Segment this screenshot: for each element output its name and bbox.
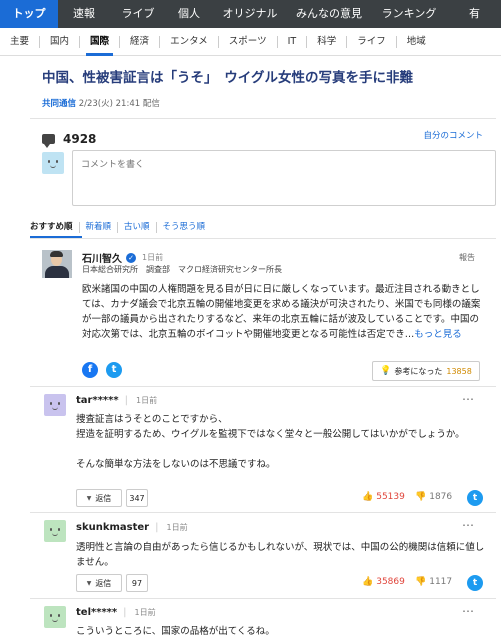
reply-count[interactable]: 347 <box>126 489 148 507</box>
article-byline: 共同通信 2/23(火) 21:41 配信 <box>42 97 160 109</box>
lightbulb-icon: 💡 <box>380 366 392 376</box>
comment-author[interactable]: tar***** <box>76 395 119 406</box>
comment-author[interactable]: skunkmaster <box>76 522 149 533</box>
reply-label: 返信 <box>95 493 112 503</box>
disagree-button[interactable]: 👎 1876 <box>415 492 452 502</box>
comment-body: 透明性と言論の自由があったら信じるかもしれないが、現状では、中国の公的機関は信頼… <box>76 542 485 568</box>
comment-input[interactable] <box>72 150 496 206</box>
comment-time: 1日前 <box>135 396 158 405</box>
article-headline[interactable]: 中国、性被害証言は「うそ」 ウイグル女性の写真を手に非難 <box>42 66 413 86</box>
reply-button[interactable]: ▼ 返信 <box>76 489 122 507</box>
expert-name[interactable]: 石川智久 <box>82 250 122 265</box>
sort-newest[interactable]: 新着順 <box>80 222 119 233</box>
comment-bubble-icon <box>42 134 55 148</box>
thumbs-down-icon: 👎 <box>415 577 427 587</box>
helpful-count: 13858 <box>446 366 472 376</box>
reply-count[interactable]: 97 <box>126 574 148 592</box>
category-economy[interactable]: 経済 <box>120 35 161 48</box>
comment-time: 1日前 <box>134 608 156 617</box>
verified-check-icon: ✓ <box>126 252 136 263</box>
comment-count-value: 4928 <box>63 132 97 146</box>
agree-count: 35869 <box>376 577 405 587</box>
commenter-avatar-icon <box>44 520 66 542</box>
agree-button[interactable]: 👍 35869 <box>362 577 405 587</box>
divider <box>30 238 496 239</box>
tab-opinions[interactable]: みんなの意見 <box>288 0 370 28</box>
reply-label: 返信 <box>95 578 112 588</box>
thumbs-up-icon: 👍 <box>362 492 374 502</box>
comment-author-row: tel***** | 1日前 <box>76 607 156 618</box>
category-entertainment[interactable]: エンタメ <box>160 35 219 48</box>
category-main[interactable]: 主要 <box>0 35 41 48</box>
twitter-share-icon[interactable]: t <box>467 575 483 591</box>
expert-name-row: 石川智久 ✓ 1日前 <box>82 250 163 265</box>
sort-oldest[interactable]: 古い順 <box>118 222 157 233</box>
sort-recommended[interactable]: おすすめ順 <box>30 222 80 233</box>
disagree-button[interactable]: 👎 1117 <box>415 577 452 587</box>
category-region[interactable]: 地域 <box>397 36 436 48</box>
expert-comment-body: 欧米諸国の中国の人権問題を見る目が日に日に厳しくなっています。最近注目される動き… <box>82 282 484 342</box>
article-source[interactable]: 共同通信 <box>42 99 76 109</box>
user-avatar-icon <box>42 152 64 174</box>
category-life[interactable]: ライフ <box>347 35 397 48</box>
divider <box>30 512 496 513</box>
tab-original[interactable]: オリジナル <box>212 0 288 28</box>
more-options-icon[interactable]: ⋯ <box>462 518 475 532</box>
category-nav: 主要 国内 国際 経済 エンタメ スポーツ IT 科学 ライフ 地域 <box>0 28 501 56</box>
comment-body: こういうところに、国家の品格が出てくるね。 <box>76 626 275 637</box>
twitter-icon[interactable]: t <box>106 362 122 378</box>
category-sports[interactable]: スポーツ <box>219 35 278 48</box>
my-comments-link[interactable]: 自分のコメント <box>423 129 483 141</box>
helpful-label: 参考になった <box>394 366 443 376</box>
tab-breaking[interactable]: 速報 <box>58 0 110 28</box>
report-link[interactable]: 報告 <box>459 252 475 263</box>
tab-live[interactable]: ライブ <box>110 0 166 28</box>
comment-body: 捜査証言はうそとのことですから、 捏造を証明するため、ウイグルを監視下ではなく堂… <box>76 414 465 470</box>
tab-individual[interactable]: 個人 <box>166 0 212 28</box>
read-more-link[interactable]: もっと見る <box>414 329 462 340</box>
category-international[interactable]: 国際 <box>80 35 121 56</box>
sort-agree[interactable]: そう思う順 <box>157 222 212 233</box>
divider <box>30 386 496 387</box>
expert-title: 日本総合研究所 調査部 マクロ経済研究センター所長 <box>82 265 282 274</box>
comment-time: 1日前 <box>166 523 188 532</box>
thumbs-down-icon: 👎 <box>415 492 427 502</box>
tab-top[interactable]: トップ <box>0 0 58 28</box>
category-science[interactable]: 科学 <box>307 35 348 48</box>
helpful-button[interactable]: 💡 参考になった 13858 <box>372 361 480 381</box>
disagree-count: 1876 <box>429 492 453 502</box>
category-it[interactable]: IT <box>278 35 308 48</box>
commenter-avatar-icon <box>44 394 66 416</box>
top-nav: トップ 速報 ライブ 個人 オリジナル みんなの意見 ランキング 有 <box>0 0 501 28</box>
tab-ranking[interactable]: ランキング <box>370 0 448 28</box>
reply-button[interactable]: ▼ 返信 <box>76 574 122 592</box>
comment-author-row: tar***** | 1日前 <box>76 395 158 406</box>
comment-count: 4928 <box>42 132 97 148</box>
chevron-down-icon: ▼ <box>86 579 92 587</box>
category-domestic[interactable]: 国内 <box>40 35 81 48</box>
comment-author[interactable]: tel***** <box>76 607 117 618</box>
twitter-share-icon[interactable]: t <box>467 490 483 506</box>
sort-bar: おすすめ順 新着順 古い順 そう思う順 <box>30 222 211 233</box>
chevron-down-icon: ▼ <box>86 494 92 502</box>
tab-more[interactable]: 有 <box>448 0 501 28</box>
disagree-count: 1117 <box>429 577 453 587</box>
divider <box>30 118 496 119</box>
divider <box>30 598 496 599</box>
more-options-icon[interactable]: ⋯ <box>462 604 475 618</box>
article-date: 2/23(火) 21:41 配信 <box>78 99 160 109</box>
comment-author-row: skunkmaster | 1日前 <box>76 522 188 533</box>
commenter-avatar-icon <box>44 606 66 628</box>
expert-avatar[interactable] <box>42 250 72 278</box>
more-options-icon[interactable]: ⋯ <box>462 392 475 406</box>
thumbs-up-icon: 👍 <box>362 577 374 587</box>
facebook-icon[interactable]: f <box>82 362 98 378</box>
expert-time: 1日前 <box>142 253 164 262</box>
agree-count: 55139 <box>376 492 405 502</box>
agree-button[interactable]: 👍 55139 <box>362 492 405 502</box>
